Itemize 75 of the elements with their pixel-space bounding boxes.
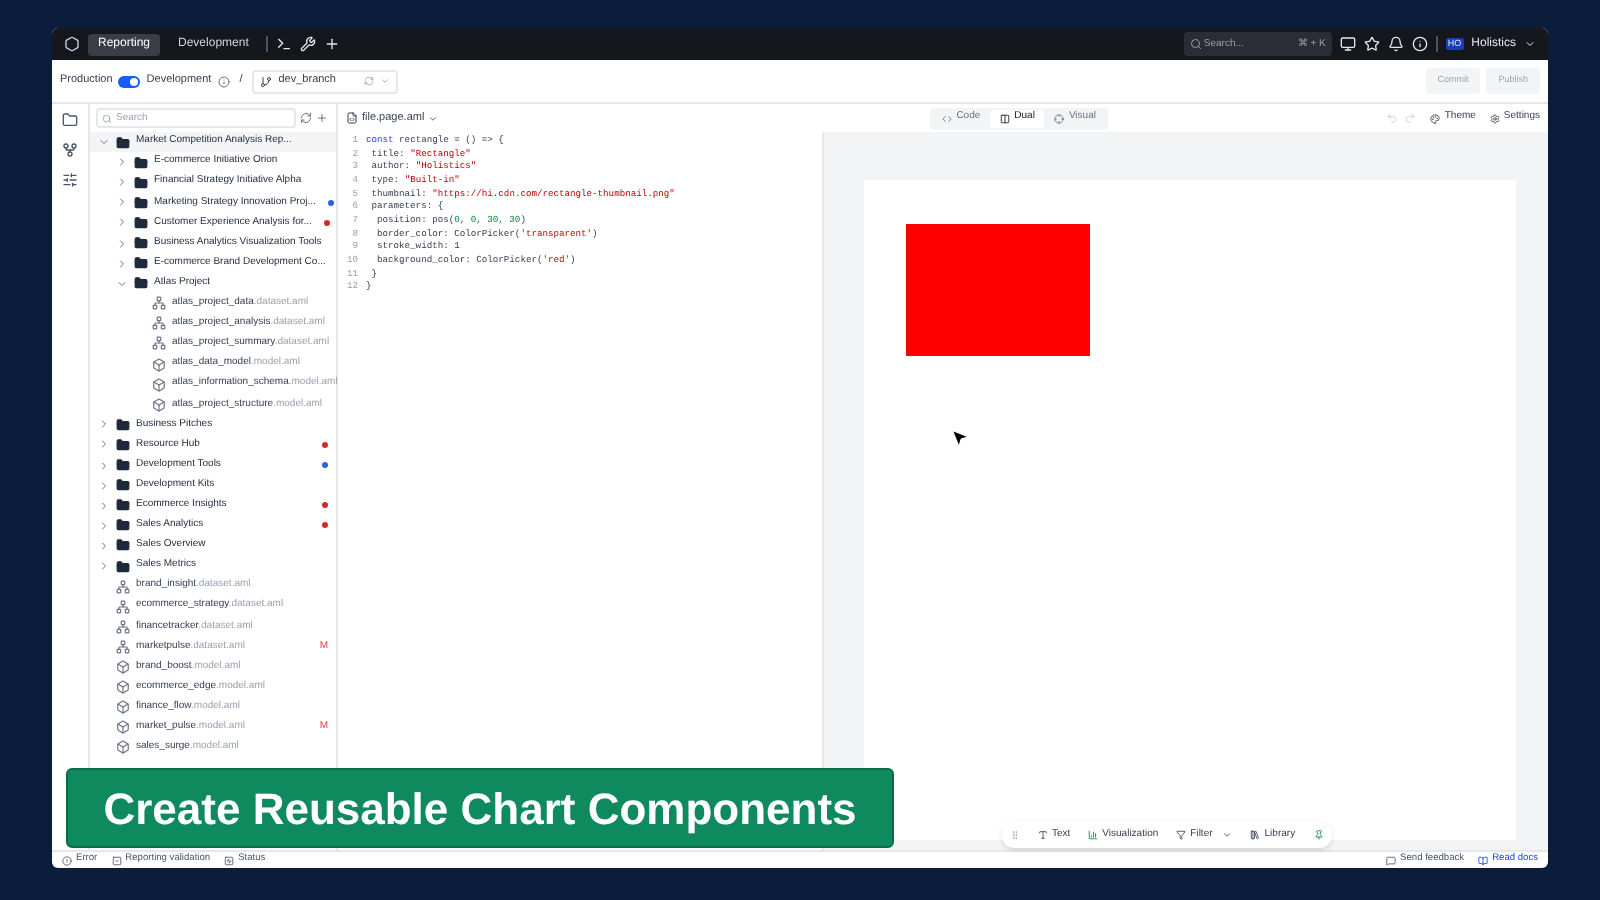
folder-icon <box>134 276 148 291</box>
info-icon <box>1411 36 1428 52</box>
folder-icon <box>116 538 130 553</box>
refresh-icon <box>364 76 374 86</box>
chevron-down-icon <box>98 136 110 149</box>
plus-icon <box>324 36 341 52</box>
folder-icon <box>134 215 148 230</box>
promo-banner: Create Reusable Chart Components <box>66 768 894 848</box>
text-icon <box>1038 830 1048 840</box>
folder-icon <box>116 458 130 473</box>
folder-icon <box>134 236 148 251</box>
model-icon <box>116 659 130 674</box>
search-icon <box>102 113 112 123</box>
bell-icon <box>1387 36 1404 52</box>
model-icon <box>116 740 130 755</box>
settings-icon <box>1489 113 1500 123</box>
refresh-icon <box>300 112 312 124</box>
search-icon <box>1189 38 1202 50</box>
folder-icon <box>134 195 148 210</box>
activity-icon <box>224 855 235 865</box>
folder-icon <box>116 518 130 533</box>
dataset-icon <box>152 316 166 331</box>
dataset-icon <box>116 599 130 614</box>
code-icon <box>942 113 953 123</box>
env-toggle[interactable] <box>118 75 141 87</box>
model-icon <box>152 397 166 412</box>
message-icon <box>1386 855 1397 865</box>
folder-icon <box>116 135 130 150</box>
logo-icon <box>64 36 80 52</box>
wrench-icon <box>300 36 317 52</box>
chevron-down-icon <box>116 277 128 290</box>
alert-icon <box>62 855 72 865</box>
star-icon <box>1363 36 1380 52</box>
model-icon <box>152 377 166 392</box>
dataset-icon <box>116 619 130 634</box>
plus-icon <box>316 112 328 124</box>
model-icon <box>152 357 166 372</box>
pin-icon <box>1313 830 1324 840</box>
chevron-down-icon <box>1524 38 1536 50</box>
folder-icon <box>116 498 130 513</box>
chevron-down-icon <box>428 113 439 123</box>
undo-icon <box>1386 112 1399 124</box>
palette-icon <box>1430 113 1441 123</box>
book-icon <box>1478 855 1489 865</box>
info-icon <box>217 75 230 87</box>
dataset-icon <box>116 579 130 594</box>
folder-icon <box>134 256 148 271</box>
checkbox-icon <box>111 855 122 865</box>
model-icon <box>116 700 130 715</box>
terminal-icon <box>276 36 293 52</box>
folder-icon <box>116 437 130 452</box>
folder-icon <box>116 417 130 432</box>
dataset-icon <box>116 639 130 654</box>
branch-icon <box>260 75 273 87</box>
dataset-icon <box>152 336 166 351</box>
model-icon <box>116 680 130 695</box>
monitor-icon <box>1339 36 1356 52</box>
model-icon <box>116 720 130 735</box>
redo-icon <box>1404 112 1417 124</box>
library-icon <box>1250 830 1261 840</box>
bar-chart-icon <box>1088 830 1099 840</box>
git-icon <box>62 142 78 158</box>
folder-icon <box>62 112 78 128</box>
file-icon <box>346 112 358 124</box>
chevron-down-icon <box>380 76 390 86</box>
folder-icon <box>134 175 148 190</box>
columns-icon <box>1000 113 1011 123</box>
dataset-icon <box>152 296 166 311</box>
crosshair-icon <box>1054 113 1065 123</box>
sliders-icon <box>62 172 78 188</box>
folder-icon <box>134 155 148 170</box>
filter-icon <box>1176 830 1187 840</box>
folder-icon <box>116 559 130 574</box>
chevron-down-icon <box>1222 830 1233 840</box>
folder-icon <box>116 478 130 493</box>
